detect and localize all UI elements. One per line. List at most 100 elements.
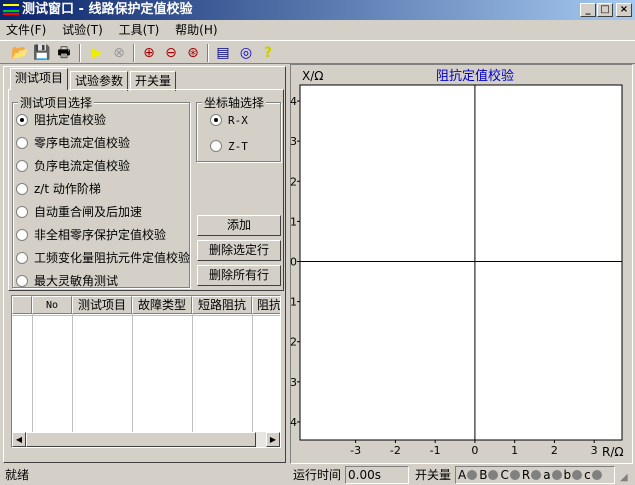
y-tick-label: 0: [290, 255, 297, 268]
window-title: 测试窗口 - 线路保护定值校验: [22, 2, 193, 17]
menu-file[interactable]: 文件(F): [6, 23, 46, 37]
horizontal-scrollbar[interactable]: ◀ ▶: [12, 432, 280, 447]
radio-indicator: [16, 229, 28, 241]
table-header-impedance2[interactable]: 阻抗: [252, 296, 280, 314]
delete-all-button[interactable]: 删除所有行: [197, 265, 281, 286]
x-tick-label: 3: [591, 444, 598, 457]
switch-led-icon: [531, 470, 542, 480]
radio-test-item[interactable]: 最大灵敏角测试: [16, 273, 118, 289]
radio-test-item[interactable]: 负序电流定值校验: [16, 158, 130, 174]
y-tick-label: 2: [290, 175, 297, 188]
tab-switches[interactable]: 开关量: [130, 71, 177, 91]
maximize-button[interactable]: □: [597, 3, 613, 17]
radio-label: z/t 动作阶梯: [34, 182, 101, 196]
radio-indicator: [210, 140, 222, 152]
x-tick-label: -3: [350, 444, 361, 457]
radio-test-item[interactable]: 工频变化量阻抗元件定值校验: [16, 250, 190, 266]
scroll-right-button[interactable]: ▶: [266, 432, 280, 447]
close-button[interactable]: ×: [616, 3, 632, 17]
radio-test-item[interactable]: 非全相零序保护定值校验: [16, 227, 166, 243]
minimize-button[interactable]: _: [580, 3, 596, 17]
switch-led-icon: [591, 470, 602, 480]
status-ready: 就绪: [5, 468, 30, 482]
title-bar: 测试窗口 - 线路保护定值校验 _ □ ×: [0, 0, 635, 20]
tab-test-params[interactable]: 试验参数: [70, 71, 129, 91]
y-tick-label: -3: [290, 376, 297, 389]
stop-icon[interactable]: ⊗: [109, 44, 129, 62]
help-icon[interactable]: ?: [258, 44, 278, 62]
switch-led-icon: [572, 470, 583, 480]
y-axis-label: X/Ω: [302, 69, 323, 83]
table-header-impedance[interactable]: 短路阻抗: [192, 296, 252, 314]
tab-test-items[interactable]: 测试项目: [10, 68, 69, 90]
scroll-thumb[interactable]: [26, 432, 256, 447]
table-header-fault-type[interactable]: 故障类型: [132, 296, 192, 314]
radio-indicator: [16, 160, 28, 172]
app-logo-icon: [3, 4, 19, 15]
impedance-plot[interactable]: 阻抗定值校验 X/Ω R/Ω -3 -2 -1 0 1 2 3 4 3 2 1 0 -1 -2 -3 -4: [290, 64, 633, 464]
add-button[interactable]: 添加: [197, 215, 281, 236]
switch-indicators: ABCRabc: [455, 466, 615, 484]
resize-grip-icon[interactable]: ◢: [620, 472, 628, 483]
toolbar: 📂 💾 🖶 ▶ ⊗ ⊕ ⊖ ⊛ ▤ ◎ ?: [0, 40, 635, 64]
open-icon[interactable]: 📂: [10, 44, 30, 62]
delete-selected-button[interactable]: 删除选定行: [197, 240, 281, 261]
print-icon[interactable]: 🖶: [54, 44, 74, 62]
x-tick-label: 1: [511, 444, 518, 457]
table-grid: [12, 314, 280, 432]
zoom-in-icon[interactable]: ⊕: [139, 44, 159, 62]
y-tick-label: 1: [290, 215, 297, 228]
radio-test-item[interactable]: z/t 动作阶梯: [16, 181, 101, 197]
menu-tools[interactable]: 工具(T): [119, 23, 160, 37]
table-header-no[interactable]: No: [32, 296, 72, 314]
radio-label: 自动重合闸及后加速: [34, 205, 143, 219]
switch-led-icon: [467, 470, 478, 480]
radio-indicator: [16, 252, 28, 264]
scroll-left-button[interactable]: ◀: [12, 432, 26, 447]
menu-test[interactable]: 试验(T): [62, 23, 103, 37]
zoom-fit-icon[interactable]: ⊛: [183, 44, 203, 62]
menu-help[interactable]: 帮助(H): [175, 23, 217, 37]
radio-indicator: [16, 114, 28, 126]
y-tick-label: 3: [290, 135, 297, 148]
radio-label: 工频变化量阻抗元件定值校验: [34, 251, 191, 265]
radio-label: 阻抗定值校验: [34, 113, 107, 127]
switch-R-label: R: [521, 468, 531, 482]
vector-icon[interactable]: ◎: [236, 44, 256, 62]
test-item-group-label: 测试项目选择: [18, 94, 95, 111]
radio-indicator: [16, 275, 28, 287]
runtime-label: 运行时间: [293, 468, 342, 482]
result-table[interactable]: No 测试项目 故障类型 短路阻抗 阻抗 ◀ ▶: [11, 295, 281, 448]
switch-B-label: B: [479, 468, 488, 482]
switch-c-label: c: [584, 468, 591, 482]
menu-bar: 文件(F) 试验(T) 工具(T) 帮助(H): [0, 21, 224, 39]
plot-area: [299, 84, 623, 441]
x-tick-label: 0: [471, 444, 478, 457]
radio-test-item[interactable]: 自动重合闸及后加速: [16, 204, 142, 220]
table-header-test-item[interactable]: 测试项目: [72, 296, 132, 314]
radio-zt[interactable]: Z-T: [210, 138, 248, 154]
radio-indicator: [16, 183, 28, 195]
radio-indicator: [16, 206, 28, 218]
y-tick-label: -2: [290, 336, 297, 349]
display-icon[interactable]: ▤: [213, 44, 233, 62]
plot-title: 阻抗定值校验: [436, 68, 514, 84]
axis-group-label: 坐标轴选择: [202, 94, 267, 111]
switch-C-label: C: [500, 468, 509, 482]
switch-b-label: b: [563, 468, 572, 482]
switch-led-icon: [551, 470, 562, 480]
switch-A-label: A: [458, 468, 467, 482]
switch-led-icon: [488, 470, 499, 480]
x-tick-label: -2: [390, 444, 401, 457]
y-tick-label: 4: [290, 95, 297, 108]
start-icon[interactable]: ▶: [87, 44, 107, 62]
radio-indicator: [16, 137, 28, 149]
switch-led-icon: [509, 470, 520, 480]
zoom-out-icon[interactable]: ⊖: [161, 44, 181, 62]
radio-test-item[interactable]: 零序电流定值校验: [16, 135, 130, 151]
radio-test-item[interactable]: 阻抗定值校验: [16, 112, 106, 128]
radio-label: 非全相零序保护定值校验: [34, 228, 167, 242]
save-icon[interactable]: 💾: [32, 44, 52, 62]
radio-rx[interactable]: R-X: [210, 112, 248, 128]
table-header-corner: [12, 296, 32, 314]
